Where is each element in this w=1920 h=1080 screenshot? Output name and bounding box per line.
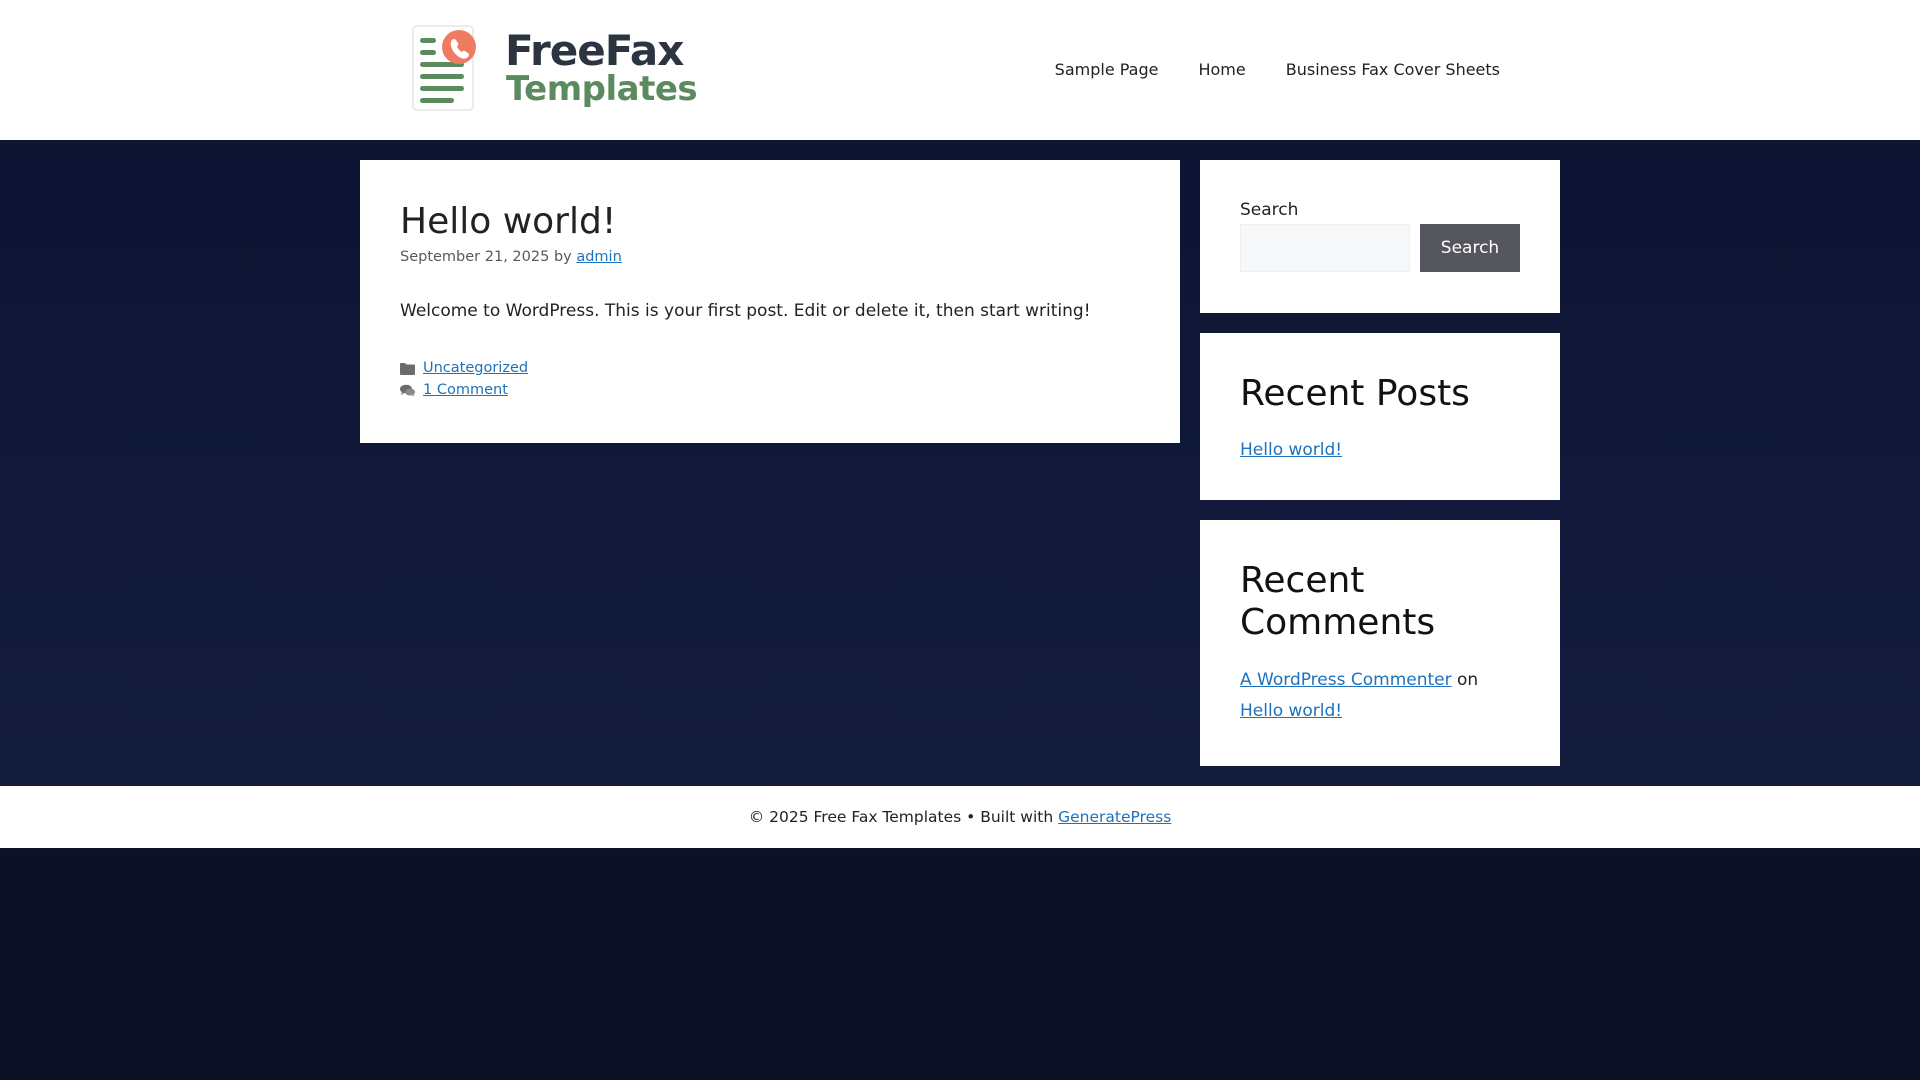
folder-icon bbox=[400, 362, 415, 375]
recent-comments-title: Recent Comments bbox=[1240, 560, 1436, 644]
nav-item-business-fax-cover-sheets[interactable]: Business Fax Cover Sheets bbox=[1266, 0, 1520, 140]
post-category-link[interactable]: Uncategorized bbox=[423, 360, 528, 376]
post-comments-link[interactable]: 1 Comment bbox=[423, 382, 508, 398]
post-footer-meta: Uncategorized 1 Comment bbox=[400, 357, 1140, 401]
commenter-link[interactable]: A WordPress Commenter bbox=[1240, 670, 1452, 690]
logo-text-templates: Templates bbox=[506, 69, 698, 109]
search-input[interactable] bbox=[1240, 224, 1410, 272]
recent-post-link[interactable]: Hello world! bbox=[1240, 440, 1342, 460]
search-button[interactable]: Search bbox=[1420, 224, 1520, 272]
search-widget: Search Search bbox=[1200, 160, 1560, 313]
post-author-link[interactable]: admin bbox=[576, 249, 621, 265]
commented-post-link[interactable]: Hello world! bbox=[1240, 701, 1342, 721]
comments-icon bbox=[400, 384, 415, 397]
post-content: Welcome to WordPress. This is your first… bbox=[400, 301, 1091, 322]
fax-document-icon bbox=[412, 25, 476, 111]
site-logo[interactable]: FreeFax Templates bbox=[410, 22, 698, 118]
nav-item-home[interactable]: Home bbox=[1178, 0, 1265, 140]
recent-comments-widget: Recent Comments A WordPress Commenter on… bbox=[1200, 520, 1560, 766]
logo-text-freefax: FreeFax bbox=[505, 26, 684, 75]
site-footer: © 2025 Free Fax Templates • Built with G… bbox=[0, 786, 1920, 848]
search-label: Search bbox=[1240, 200, 1299, 220]
post-category-row: Uncategorized bbox=[400, 357, 1140, 379]
recent-posts-list: Hello world! bbox=[1240, 435, 1520, 466]
post-meta: September 21, 2025 by admin bbox=[400, 249, 1140, 265]
recent-comments-list: A WordPress Commenter on Hello world! bbox=[1240, 665, 1520, 727]
main-navigation: Sample Page Home Business Fax Cover Shee… bbox=[1035, 0, 1520, 140]
post-comments-row: 1 Comment bbox=[400, 379, 1140, 401]
post-title: Hello world! bbox=[400, 201, 617, 242]
post-article: Hello world! September 21, 2025 by admin… bbox=[360, 160, 1180, 443]
search-form: Search bbox=[1240, 224, 1520, 272]
post-by-label: by bbox=[553, 249, 572, 266]
list-item: A WordPress Commenter on Hello world! bbox=[1240, 665, 1520, 727]
site-header: FreeFax Templates Sample Page Home Busin… bbox=[0, 0, 1920, 140]
post-date: September 21, 2025 bbox=[400, 249, 550, 266]
list-item: Hello world! bbox=[1240, 435, 1520, 466]
footer-copyright: © 2025 Free Fax Templates • Built with bbox=[748, 808, 1054, 826]
nav-item-sample-page[interactable]: Sample Page bbox=[1035, 0, 1179, 140]
recent-posts-title: Recent Posts bbox=[1240, 373, 1470, 414]
recent-posts-widget: Recent Posts Hello world! bbox=[1200, 333, 1560, 500]
footer-generatepress-link[interactable]: GeneratePress bbox=[1058, 808, 1171, 826]
comment-on-label: on bbox=[1457, 669, 1479, 690]
